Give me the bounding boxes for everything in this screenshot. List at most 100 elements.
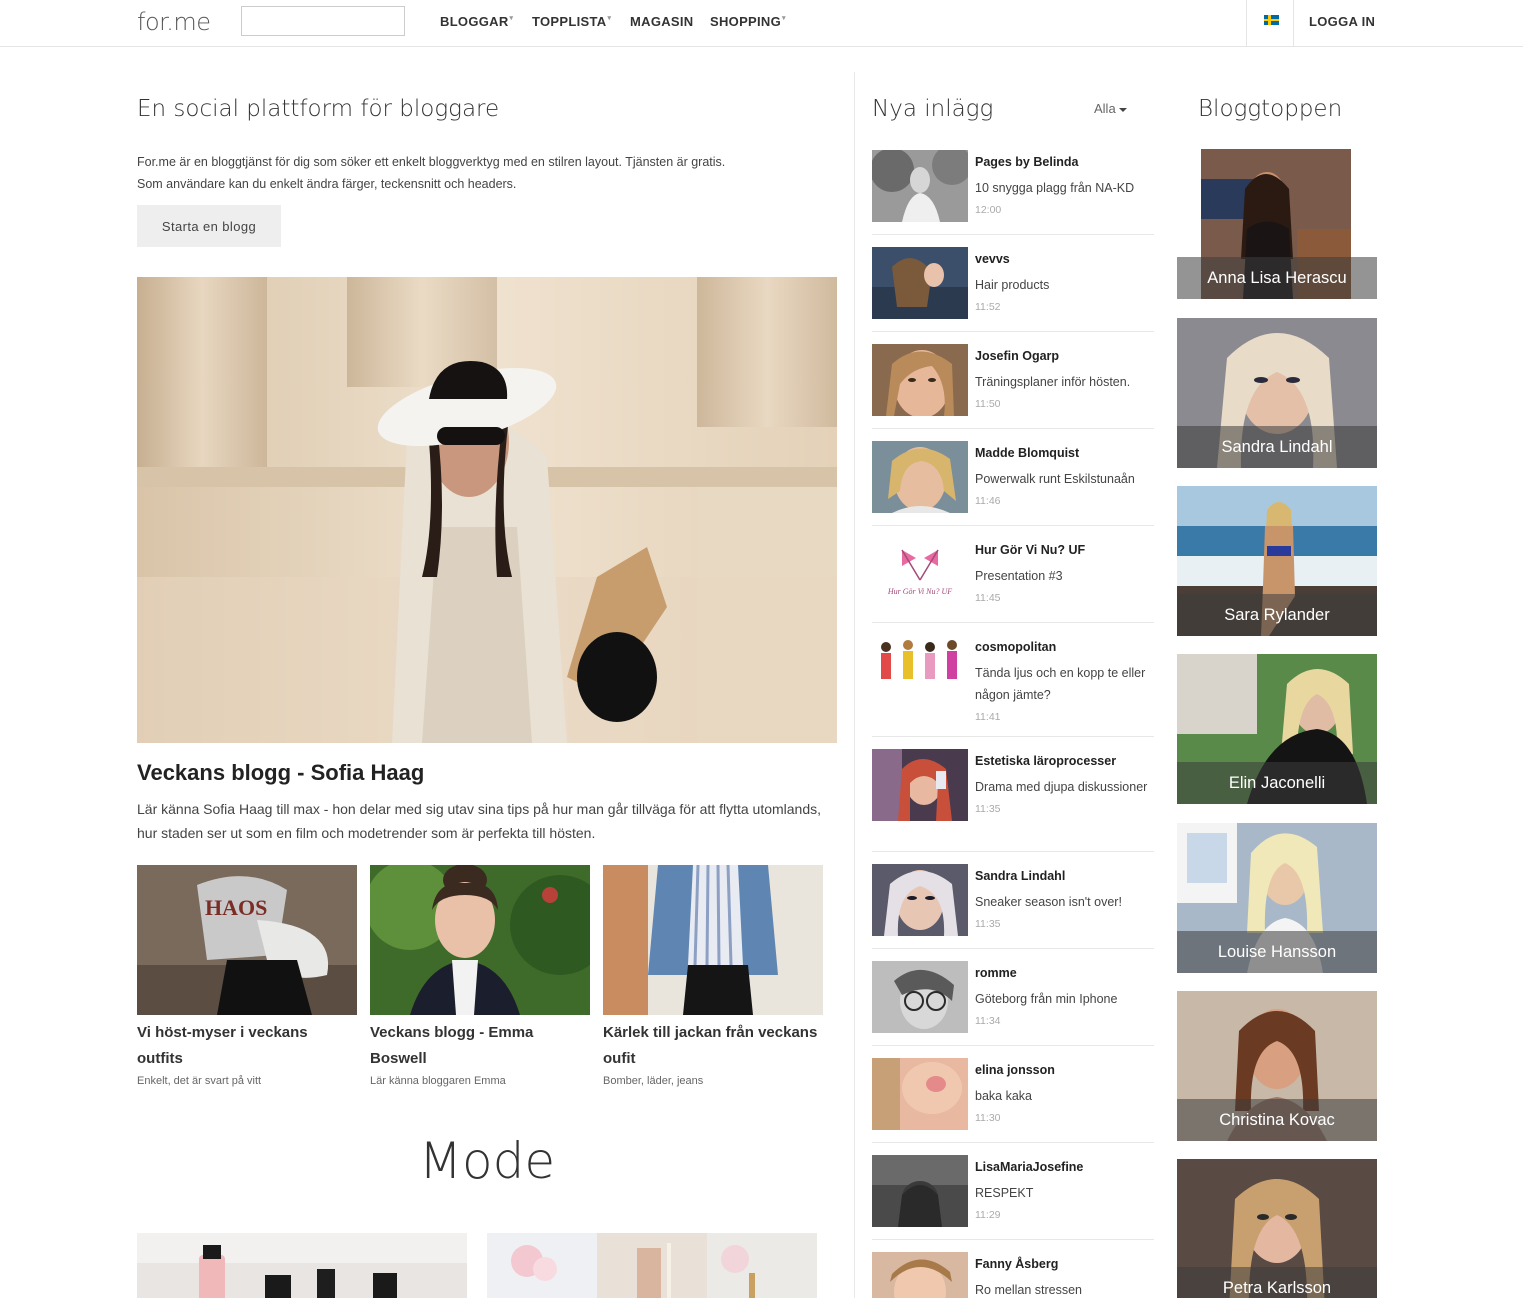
post-item[interactable]: vevvs Hair products 11:52 — [872, 247, 1154, 332]
login-link[interactable]: LOGGA IN — [1309, 14, 1375, 29]
nav-shopping-label: SHOPPING — [710, 14, 782, 29]
post-author[interactable]: Estetiska läroprocesser — [975, 754, 1116, 768]
post-author[interactable]: vevvs — [975, 252, 1010, 266]
post-author[interactable]: Josefin Ogarp — [975, 349, 1059, 363]
post-item[interactable]: Josefin Ogarp Träningsplaner inför hösten… — [872, 344, 1154, 429]
post-title[interactable]: Ro mellan stressen — [975, 1279, 1155, 1298]
top-bloggers-title: Bloggtoppen — [1198, 96, 1343, 122]
top-blogger-card[interactable]: Sandra Lindahl — [1177, 318, 1377, 468]
article-card[interactable]: HAOS Vi höst-myser i veckans outfits Enk… — [137, 865, 357, 1087]
start-blog-button[interactable]: Starta en blogg — [137, 205, 281, 247]
search-input[interactable] — [241, 6, 405, 36]
nav-magasin[interactable]: MAGASIN — [630, 14, 694, 29]
article-card-image[interactable] — [370, 865, 590, 1015]
post-thumbnail[interactable]: Hur Gör Vi Nu? UF — [872, 538, 968, 610]
post-title[interactable]: Hair products 11:52 — [975, 274, 1155, 318]
post-author[interactable]: elina jonsson — [975, 1063, 1055, 1077]
post-author[interactable]: Hur Gör Vi Nu? UF — [975, 543, 1085, 557]
post-author[interactable]: cosmopolitan — [975, 640, 1056, 654]
post-title[interactable]: Göteborg från min Iphone 11:34 — [975, 988, 1155, 1032]
top-blogger-card[interactable]: Louise Hansson — [1177, 823, 1377, 973]
posts-filter-dropdown[interactable]: Alla — [1094, 101, 1127, 116]
post-thumbnail[interactable] — [872, 344, 968, 416]
post-title-text: Powerwalk runt Eskilstunaån — [975, 472, 1135, 486]
top-blogger-card[interactable]: Anna Lisa Herascu — [1177, 149, 1377, 299]
post-thumbnail[interactable] — [872, 1155, 968, 1227]
post-author[interactable]: Fanny Åsberg — [975, 1257, 1058, 1271]
caret-down-icon — [1118, 107, 1127, 112]
post-title-text: 10 snygga plagg från NA-KD — [975, 181, 1135, 195]
blogger-name: Sara Rylander — [1177, 594, 1377, 636]
blogger-name: Anna Lisa Herascu — [1177, 257, 1377, 299]
post-item[interactable]: Sandra Lindahl Sneaker season isn't over!… — [872, 864, 1154, 949]
svg-text:Hur Gör Vi Nu? UF: Hur Gör Vi Nu? UF — [887, 587, 952, 596]
post-item[interactable]: romme Göteborg från min Iphone 11:34 — [872, 961, 1154, 1046]
post-thumbnail[interactable] — [872, 247, 968, 319]
post-thumbnail[interactable] — [872, 150, 968, 222]
post-item[interactable]: LisaMariaJosefine RESPEKT 11:29 — [872, 1155, 1154, 1240]
post-title[interactable]: Drama med djupa diskussioner 11:35 — [975, 776, 1155, 820]
article-card[interactable]: Veckans blogg - Emma Boswell Lär känna b… — [370, 865, 590, 1087]
post-author[interactable]: Pages by Belinda — [975, 155, 1079, 169]
article-card-title[interactable]: Vi höst-myser i veckans outfits — [137, 1020, 357, 1072]
svg-text:HAOS: HAOS — [205, 895, 267, 920]
post-time: 11:29 — [975, 1209, 1001, 1221]
caret-down-icon: ▾ — [509, 15, 514, 22]
posts-filter-label: Alla — [1094, 101, 1116, 116]
article-card-title[interactable]: Veckans blogg - Emma Boswell — [370, 1020, 590, 1072]
post-title[interactable]: Träningsplaner inför hösten. 11:50 — [975, 371, 1155, 415]
post-item[interactable]: Madde Blomquist Powerwalk runt Eskilstuna… — [872, 441, 1154, 526]
post-author[interactable]: Sandra Lindahl — [975, 869, 1065, 883]
post-author[interactable]: Madde Blomquist — [975, 446, 1079, 460]
post-item[interactable]: cosmopolitan Tända ljus och en kopp te el… — [872, 635, 1154, 737]
post-thumbnail[interactable] — [872, 1058, 968, 1130]
post-author[interactable]: romme — [975, 966, 1017, 980]
article-card[interactable]: Kärlek till jackan från veckans oufit Bo… — [603, 865, 823, 1087]
post-thumbnail[interactable] — [872, 1252, 968, 1298]
post-thumbnail[interactable] — [872, 635, 968, 707]
top-blogger-card[interactable]: Petra Karlsson — [1177, 1159, 1377, 1298]
post-item[interactable]: Fanny Åsberg Ro mellan stressen — [872, 1252, 1154, 1298]
post-title[interactable]: Powerwalk runt Eskilstunaån 11:46 — [975, 468, 1155, 512]
post-title[interactable]: RESPEKT 11:29 — [975, 1182, 1155, 1226]
mode-article-image[interactable] — [487, 1233, 817, 1298]
featured-title[interactable]: Veckans blogg - Sofia Haag — [137, 760, 424, 786]
article-card-title[interactable]: Kärlek till jackan från veckans oufit — [603, 1020, 823, 1072]
post-item[interactable]: Hur Gör Vi Nu? UF Hur Gör Vi Nu? UF Presen… — [872, 538, 1154, 623]
post-title[interactable]: 10 snygga plagg från NA-KD 12:00 — [975, 177, 1155, 221]
nav-topplista-label: TOPPLISTA — [532, 14, 607, 29]
post-thumbnail[interactable] — [872, 864, 968, 936]
post-item[interactable]: Estetiska läroprocesser Drama med djupa d… — [872, 749, 1154, 852]
post-thumbnail[interactable] — [872, 961, 968, 1033]
top-blogger-card[interactable]: Christina Kovac — [1177, 991, 1377, 1141]
nav-shopping[interactable]: SHOPPING▾ — [710, 14, 786, 29]
nav-bloggar[interactable]: BLOGGAR▾ — [440, 14, 513, 29]
post-thumbnail[interactable] — [872, 441, 968, 513]
article-card-image[interactable] — [603, 865, 823, 1015]
post-time: 11:46 — [975, 495, 1001, 507]
top-blogger-card[interactable]: Elin Jaconelli — [1177, 654, 1377, 804]
post-title-text: Drama med djupa diskussioner — [975, 780, 1148, 794]
post-title[interactable]: Presentation #3 11:45 — [975, 565, 1155, 609]
post-title[interactable]: Sneaker season isn't over! 11:35 — [975, 891, 1155, 935]
top-blogger-card[interactable]: Sara Rylander — [1177, 486, 1377, 636]
post-title-text: RESPEKT — [975, 1186, 1034, 1200]
post-item[interactable]: elina jonsson baka kaka 11:30 — [872, 1058, 1154, 1143]
article-card-image[interactable]: HAOS — [137, 865, 357, 1015]
post-title-text: baka kaka — [975, 1089, 1032, 1103]
language-selector[interactable] — [1246, 0, 1294, 47]
site-logo[interactable]: for.me — [137, 8, 211, 36]
post-title[interactable]: Tända ljus och en kopp te eller någon jä… — [975, 662, 1155, 728]
post-title-text: Träningsplaner inför hösten. — [975, 375, 1131, 389]
blogger-name: Elin Jaconelli — [1177, 762, 1377, 804]
mode-article-image[interactable] — [137, 1233, 467, 1298]
post-thumbnail[interactable] — [872, 749, 968, 821]
section-title-mode: Mode — [418, 1132, 556, 1190]
caret-down-icon: ▾ — [782, 15, 786, 22]
post-time: 11:41 — [975, 711, 1001, 723]
post-title[interactable]: baka kaka 11:30 — [975, 1085, 1155, 1129]
post-item[interactable]: Pages by Belinda 10 snygga plagg från NA-… — [872, 150, 1154, 235]
post-author[interactable]: LisaMariaJosefine — [975, 1160, 1083, 1174]
featured-hero-image[interactable] — [137, 277, 837, 743]
nav-topplista[interactable]: TOPPLISTA▾ — [532, 14, 611, 29]
